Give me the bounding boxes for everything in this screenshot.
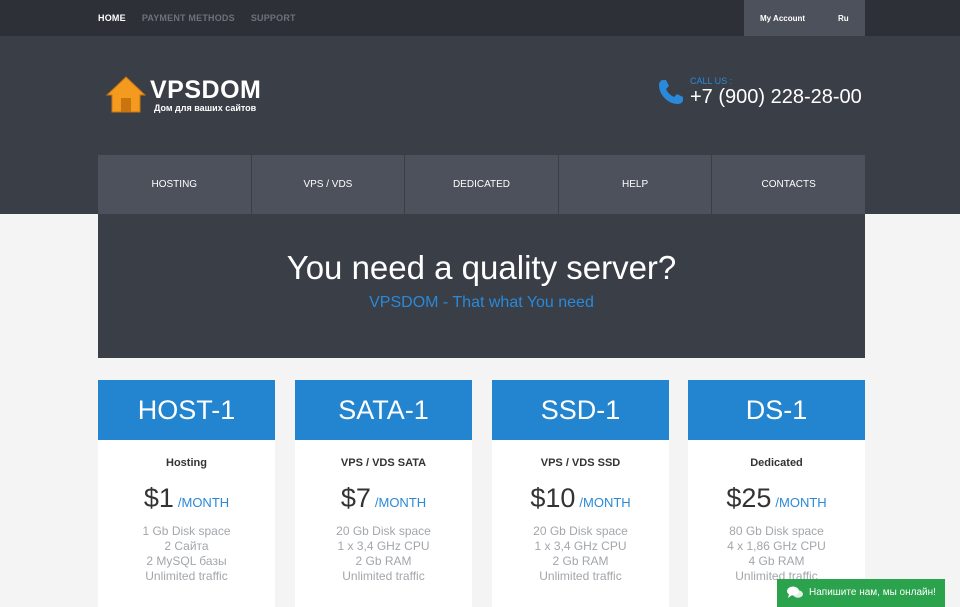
- language-switch[interactable]: Ru: [838, 14, 849, 23]
- feature-item: 1 x 3,4 GHz CPU: [534, 539, 627, 553]
- plan-price: $10/MONTH: [492, 483, 669, 514]
- feature-item: Unlimited traffic: [342, 569, 425, 583]
- price-period: /MONTH: [579, 495, 631, 510]
- price-period: /MONTH: [775, 495, 827, 510]
- hero-title: You need a quality server?: [286, 249, 677, 286]
- plan-features: 20 Gb Disk space 1 x 3,4 GHz CPU 2 Gb RA…: [492, 524, 669, 584]
- site-header: VPSDOM Дом для ваших сайтов CALL US : +7…: [0, 36, 960, 214]
- feature-item: 20 Gb Disk space: [336, 524, 431, 538]
- plan-features: 20 Gb Disk space 1 x 3,4 GHz CPU 2 Gb RA…: [295, 524, 472, 584]
- feature-item: 2 Сайта: [164, 539, 209, 553]
- feature-item: Unlimited traffic: [145, 569, 228, 583]
- feature-item: 2 Gb RAM: [355, 554, 412, 568]
- nav-item-hosting[interactable]: HOSTING: [98, 155, 252, 214]
- plan-price: $7/MONTH: [295, 483, 472, 514]
- top-link-payment-methods[interactable]: PAYMENT METHODS: [142, 13, 235, 23]
- price-amount: $1: [143, 483, 174, 513]
- price-amount: $25: [726, 483, 772, 513]
- plan-name: SSD-1: [492, 380, 669, 440]
- top-link-support[interactable]: SUPPORT: [251, 13, 296, 23]
- plan-features: 1 Gb Disk space 2 Сайта 2 MySQL базы Unl…: [98, 524, 275, 584]
- top-link-home[interactable]: HOME: [98, 13, 126, 23]
- plan-price: $25/MONTH: [688, 483, 865, 514]
- plan-card-ssd-1[interactable]: SSD-1 VPS / VDS SSD $10/MONTH 20 Gb Disk…: [492, 380, 669, 607]
- hero-banner: You need a quality server? VPSDOM - That…: [98, 214, 865, 358]
- plan-price: $1/MONTH: [98, 483, 275, 514]
- feature-item: Unlimited traffic: [539, 569, 622, 583]
- chat-label: Напишите нам, мы онлайн!: [809, 587, 936, 598]
- nav-item-dedicated[interactable]: DEDICATED: [405, 155, 559, 214]
- top-bar: HOME PAYMENT METHODS SUPPORT My Account …: [0, 0, 960, 36]
- brand-name: VPSDOM: [150, 76, 262, 104]
- call-us-label: CALL US :: [690, 76, 733, 86]
- plan-type: Hosting: [166, 457, 207, 469]
- feature-item: 20 Gb Disk space: [533, 524, 628, 538]
- plan-features: 80 Gb Disk space 4 x 1,86 GHz CPU 4 Gb R…: [688, 524, 865, 584]
- hero-subtitle: VPSDOM - That what You need: [369, 294, 594, 311]
- nav-item-contacts[interactable]: CONTACTS: [712, 155, 865, 214]
- price-amount: $7: [340, 483, 371, 513]
- plan-card-ds-1[interactable]: DS-1 Dedicated $25/MONTH 80 Gb Disk spac…: [688, 380, 865, 607]
- phone-icon: [659, 80, 683, 104]
- my-account-link[interactable]: My Account: [760, 14, 805, 23]
- house-logo-icon: [106, 76, 146, 113]
- brand-tagline: Дом для ваших сайтов: [154, 103, 257, 113]
- plan-type: Dedicated: [750, 457, 803, 469]
- price-period: /MONTH: [374, 495, 427, 510]
- plan-type: VPS / VDS SATA: [340, 457, 427, 469]
- plan-name: HOST-1: [98, 380, 275, 440]
- live-chat-button[interactable]: Напишите нам, мы онлайн!: [777, 579, 945, 607]
- nav-item-vps-vds[interactable]: VPS / VDS: [251, 155, 406, 214]
- site-logo[interactable]: VPSDOM Дом для ваших сайтов: [106, 76, 276, 116]
- chat-bubbles-icon: [787, 586, 803, 598]
- account-box: My Account Ru: [744, 0, 865, 36]
- phone-number[interactable]: +7 (900) 228-28-00: [690, 86, 862, 109]
- plan-name: DS-1: [688, 380, 865, 440]
- top-nav: HOME PAYMENT METHODS SUPPORT: [98, 0, 296, 36]
- feature-item: 2 MySQL базы: [146, 554, 227, 568]
- price-period: /MONTH: [177, 495, 230, 510]
- plan-type: VPS / VDS SSD: [540, 457, 621, 469]
- phone-block: CALL US : +7 (900) 228-28-00: [656, 75, 868, 115]
- main-nav: HOSTING VPS / VDS DEDICATED HELP CONTACT…: [98, 155, 865, 214]
- feature-item: 2 Gb RAM: [552, 554, 609, 568]
- feature-item: 4 x 1,86 GHz CPU: [727, 539, 826, 553]
- feature-item: 80 Gb Disk space: [729, 524, 824, 538]
- feature-item: 1 Gb Disk space: [142, 524, 231, 538]
- plan-name: SATA-1: [295, 380, 472, 440]
- plan-card-sata-1[interactable]: SATA-1 VPS / VDS SATA $7/MONTH 20 Gb Dis…: [295, 380, 472, 607]
- plans-section: HOST-1 Hosting $1/MONTH 1 Gb Disk space …: [98, 380, 865, 607]
- feature-item: 1 x 3,4 GHz CPU: [337, 539, 430, 553]
- price-amount: $10: [530, 483, 576, 513]
- plan-card-host-1[interactable]: HOST-1 Hosting $1/MONTH 1 Gb Disk space …: [98, 380, 275, 607]
- nav-item-help[interactable]: HELP: [558, 155, 713, 214]
- feature-item: 4 Gb RAM: [748, 554, 805, 568]
